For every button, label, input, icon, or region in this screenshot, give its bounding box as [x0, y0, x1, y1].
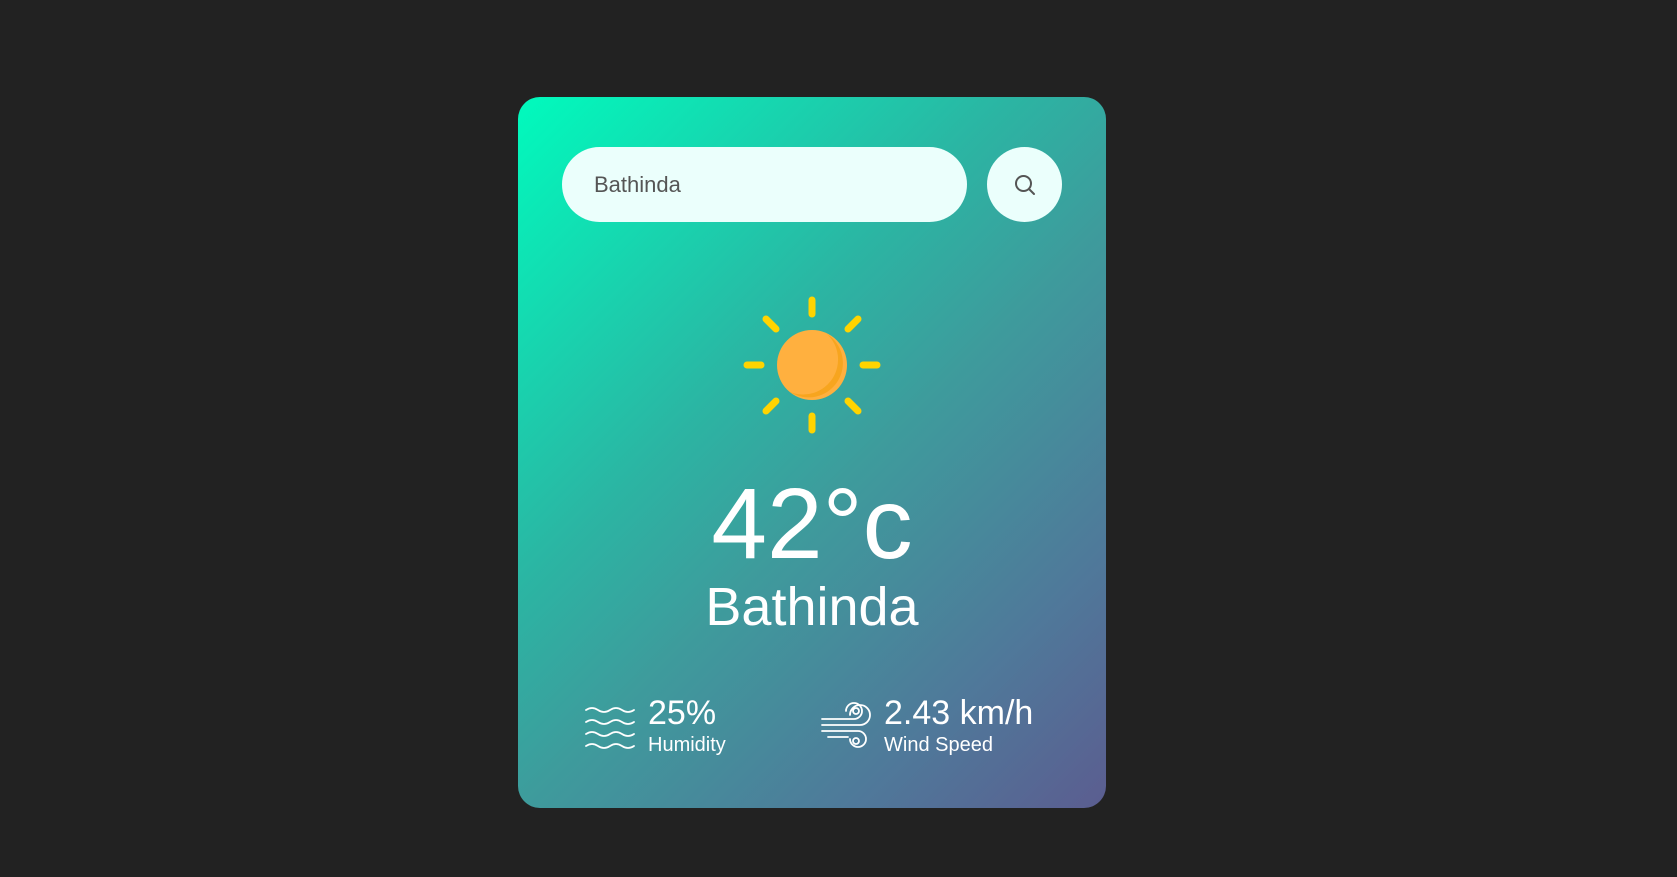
wind-label: Wind Speed [884, 734, 993, 756]
humidity-label: Humidity [648, 734, 726, 756]
sun-icon [743, 296, 881, 434]
humidity-waves-icon [585, 707, 635, 749]
humidity-text: 25% Humidity [648, 695, 726, 757]
wind-icon [821, 702, 871, 748]
wind-text: 2.43 km/h Wind Speed [884, 695, 1033, 757]
search-icon [1014, 174, 1035, 195]
wind-detail: 2.43 km/h Wind Speed [820, 695, 1033, 757]
search-input[interactable] [562, 147, 967, 222]
search-bar [562, 147, 1062, 222]
humidity-value: 25% [648, 694, 717, 732]
wind-value: 2.43 km/h [884, 694, 1034, 732]
city-name: Bathinda [705, 577, 919, 637]
temperature: 42°c [711, 468, 913, 580]
humidity-detail: 25% Humidity [584, 695, 726, 757]
search-button[interactable] [987, 147, 1062, 222]
weather-card: 42°c Bathinda 25% Humidity [518, 97, 1106, 808]
